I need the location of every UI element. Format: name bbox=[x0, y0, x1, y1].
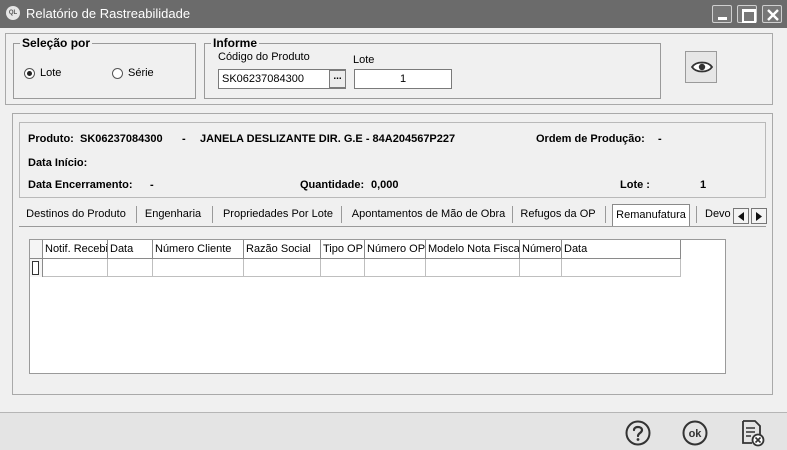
window-title: Relatório de Rastreabilidade bbox=[26, 6, 191, 21]
grid-cell[interactable] bbox=[520, 259, 562, 277]
produto-label: Produto: bbox=[28, 133, 74, 145]
column-header-modelo-nota-fiscal[interactable]: Modelo Nota Fiscal bbox=[426, 240, 520, 259]
column-header-numero-cliente[interactable]: Número Cliente bbox=[153, 240, 244, 259]
lote-info-label: Lote : bbox=[620, 179, 650, 191]
tab-separator bbox=[605, 206, 606, 223]
selecao-group: Seleção por Lote Série bbox=[13, 36, 196, 99]
produto-descricao: JANELA DESLIZANTE DIR. G.E - 84A204567P2… bbox=[200, 133, 456, 145]
produto-sep: - bbox=[182, 133, 186, 145]
ordem-producao-label: Ordem de Produção: bbox=[536, 133, 645, 145]
radio-serie-label: Série bbox=[128, 67, 154, 79]
radio-lote[interactable]: Lote bbox=[24, 67, 61, 79]
tab-separator bbox=[341, 206, 342, 223]
help-button[interactable] bbox=[625, 420, 651, 446]
ordem-producao-value: - bbox=[658, 133, 662, 145]
lote-input[interactable] bbox=[354, 69, 452, 89]
row-indicator-header bbox=[30, 240, 43, 259]
column-header-razao-social[interactable]: Razão Social bbox=[244, 240, 321, 259]
data-encerramento-value: - bbox=[150, 179, 154, 191]
tab-content-border bbox=[19, 226, 766, 227]
title-bar[interactable]: QL Relatório de Rastreabilidade bbox=[0, 0, 787, 28]
radio-serie-dot[interactable] bbox=[112, 67, 123, 79]
lote-info-value: 1 bbox=[700, 179, 707, 191]
tab-separator bbox=[136, 206, 137, 223]
arrow-left-icon bbox=[738, 212, 744, 221]
data-encerramento-label: Data Encerramento: bbox=[28, 179, 133, 191]
tab-scroll-left-button[interactable] bbox=[733, 208, 749, 224]
column-header-numero-op[interactable]: Número OP bbox=[365, 240, 426, 259]
tab-scroll-right-button[interactable] bbox=[751, 208, 767, 224]
grid-cell[interactable] bbox=[108, 259, 153, 277]
grid-cell[interactable] bbox=[365, 259, 426, 277]
grid-cell[interactable] bbox=[153, 259, 244, 277]
current-row-marker bbox=[32, 261, 39, 275]
grid-cell[interactable] bbox=[244, 259, 321, 277]
codigo-produto-label: Código do Produto bbox=[218, 51, 310, 63]
grid-cell[interactable] bbox=[321, 259, 365, 277]
cancel-report-icon bbox=[742, 420, 765, 447]
maximize-button[interactable] bbox=[737, 5, 757, 23]
selecao-title: Seleção por bbox=[20, 36, 93, 50]
codigo-produto-input[interactable] bbox=[218, 69, 346, 89]
close-button[interactable] bbox=[762, 5, 782, 23]
help-icon bbox=[625, 420, 651, 446]
eye-icon bbox=[691, 61, 713, 73]
radio-serie[interactable]: Série bbox=[112, 67, 154, 79]
ok-icon-text: ok bbox=[689, 428, 703, 440]
grid-cell[interactable] bbox=[426, 259, 520, 277]
grid-cell[interactable] bbox=[562, 259, 681, 277]
tab-refugos-da-op[interactable]: Refugos da OP bbox=[518, 202, 598, 226]
grid-cell[interactable] bbox=[43, 259, 108, 277]
tab-destinos-do-produto[interactable]: Destinos do Produto bbox=[21, 202, 131, 226]
tab-separator bbox=[212, 206, 213, 223]
column-header-tipo-op[interactable]: Tipo OP bbox=[321, 240, 365, 259]
row-indicator-column bbox=[30, 240, 43, 277]
remanufatura-grid[interactable]: Notif. Recebi Data Número Cliente Razão … bbox=[29, 239, 726, 374]
arrow-right-icon bbox=[756, 212, 762, 221]
lote-label: Lote bbox=[353, 54, 375, 66]
tab-devo[interactable]: Devo bbox=[705, 202, 735, 226]
informe-group: Informe Código do Produto ... Lote bbox=[204, 36, 661, 99]
tab-remanufatura[interactable]: Remanufatura bbox=[612, 204, 690, 226]
tab-propriedades-por-lote[interactable]: Propriedades Por Lote bbox=[218, 202, 338, 226]
produto-codigo: SK06237084300 bbox=[80, 133, 163, 145]
tab-engenharia[interactable]: Engenharia bbox=[141, 202, 205, 226]
tab-separator bbox=[512, 206, 513, 223]
data-inicio-label: Data Início: bbox=[28, 157, 88, 169]
radio-lote-dot[interactable] bbox=[24, 67, 35, 79]
tab-strip: Destinos do Produto Engenharia Proprieda… bbox=[13, 202, 769, 226]
app-logo-icon: QL bbox=[6, 6, 20, 20]
column-header-notif-recebi[interactable]: Notif. Recebi bbox=[43, 240, 108, 259]
preview-button[interactable] bbox=[685, 51, 717, 83]
quantidade-label: Quantidade: bbox=[300, 179, 365, 191]
informe-title: Informe bbox=[211, 36, 260, 50]
close-icon bbox=[767, 9, 779, 21]
ok-icon: ok bbox=[682, 420, 708, 446]
ok-button[interactable]: ok bbox=[682, 420, 708, 446]
radio-lote-label: Lote bbox=[40, 67, 62, 79]
selection-panel: Seleção por Lote Série Informe Código do… bbox=[5, 33, 773, 105]
tab-separator bbox=[696, 206, 697, 223]
codigo-lookup-button[interactable]: ... bbox=[329, 70, 346, 88]
bottom-toolbar: ok bbox=[0, 412, 787, 450]
cancel-report-button[interactable] bbox=[740, 419, 766, 447]
quantidade-value: 0,000 bbox=[371, 179, 399, 191]
column-header-data-2[interactable]: Data bbox=[562, 240, 681, 259]
tab-apontamentos-mao-de-obra[interactable]: Apontamentos de Mão de Obra bbox=[347, 202, 510, 226]
column-header-numero[interactable]: Número bbox=[520, 240, 562, 259]
column-header-data[interactable]: Data bbox=[108, 240, 153, 259]
minimize-button[interactable] bbox=[712, 5, 732, 23]
